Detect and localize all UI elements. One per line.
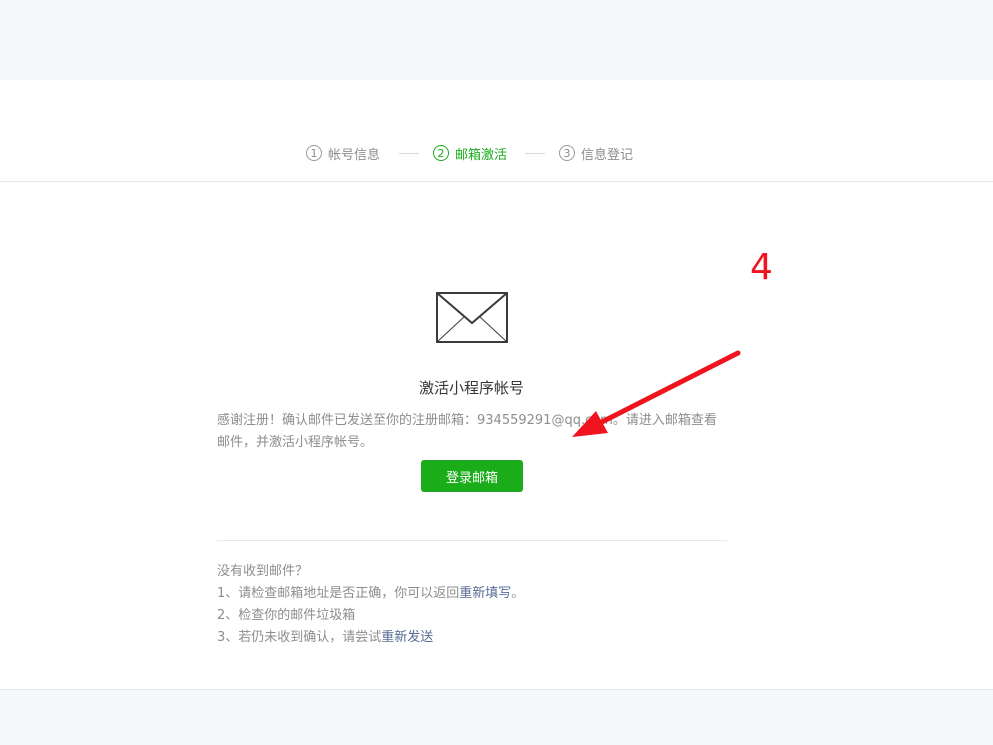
refill-link[interactable]: 重新填写	[459, 586, 511, 601]
step-account-info: 1 帐号信息	[306, 143, 380, 163]
help-line-3-text: 3、若仍未收到确认，请尝试	[217, 630, 382, 645]
step-label: 信息登记	[581, 147, 634, 163]
step-number: 1	[306, 145, 322, 161]
step-number: 3	[559, 145, 575, 161]
resend-link[interactable]: 重新发送	[381, 630, 433, 645]
help-section: 没有收到邮件？ 1、请检查邮箱地址是否正确，你可以返回重新填写。 2、检查你的邮…	[217, 561, 737, 649]
step-progress: 1 帐号信息 2 邮箱激活 3 信息登记	[0, 80, 993, 182]
page-title: 激活小程序帐号	[418, 379, 524, 397]
help-line-3: 3、若仍未收到确认，请尝试重新发送	[217, 627, 737, 649]
login-email-button[interactable]: 登录邮箱	[421, 460, 523, 492]
step-label: 帐号信息	[328, 147, 381, 163]
help-line-1-text: 1、请检查邮箱地址是否正确，你可以返回	[217, 586, 460, 601]
step-label: 邮箱激活	[455, 147, 508, 163]
step-info-registration: 3 信息登记	[559, 143, 633, 163]
top-band	[0, 0, 993, 80]
divider	[217, 540, 727, 541]
help-line-1-suffix: 。	[511, 586, 525, 601]
step-email-activation: 2 邮箱激活	[433, 143, 507, 163]
step-number: 2	[433, 145, 449, 161]
annotation-number: 4	[750, 247, 773, 288]
help-line-1: 1、请检查邮箱地址是否正确，你可以返回重新填写。	[217, 583, 737, 605]
step-separator	[399, 153, 419, 154]
mail-envelope-icon	[436, 292, 508, 343]
help-heading: 没有收到邮件？	[217, 564, 309, 579]
annotation-arrow-icon	[572, 350, 741, 437]
main-card: 1 帐号信息 2 邮箱激活 3 信息登记 激活小程序帐号 感谢注册！确认邮件已发…	[0, 80, 993, 690]
step-separator	[525, 153, 545, 154]
help-line-2: 2、检查你的邮件垃圾箱	[217, 608, 356, 623]
